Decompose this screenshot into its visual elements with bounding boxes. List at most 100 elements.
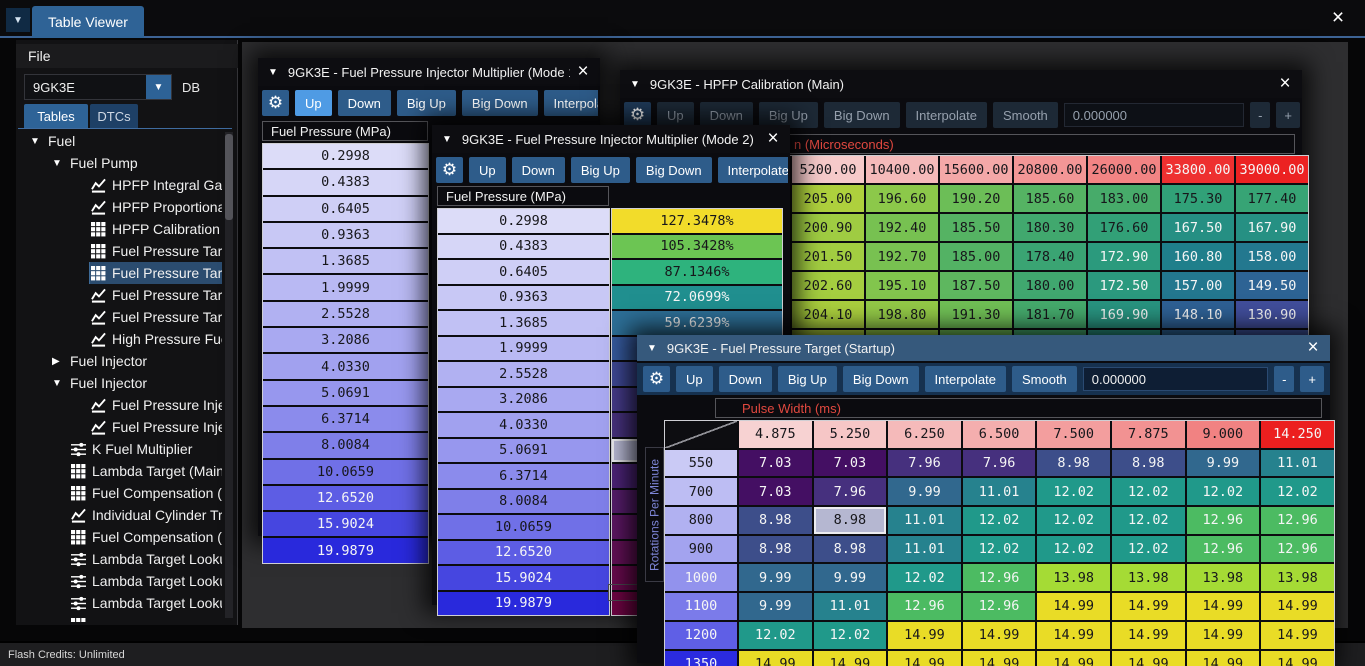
- toolbar-button-big-down[interactable]: Big Down: [636, 157, 712, 183]
- chevron-down-icon[interactable]: ▼: [146, 75, 171, 99]
- tree-item[interactable]: ▶Fuel Injector: [16, 350, 222, 372]
- table-cell[interactable]: 9.99: [1187, 450, 1260, 477]
- column-header-cell[interactable]: 7.500: [1037, 421, 1110, 448]
- table-cell[interactable]: 160.80: [1162, 243, 1234, 270]
- table-cell[interactable]: 12.02: [963, 536, 1036, 563]
- table-cell[interactable]: 8.98: [739, 536, 812, 563]
- table-cell[interactable]: 14.99: [739, 651, 812, 666]
- value-input[interactable]: 0.000000: [1083, 367, 1268, 391]
- tree-item[interactable]: ▼Fuel Pump: [16, 152, 222, 174]
- toolbar-button-up[interactable]: Up: [295, 90, 332, 116]
- table-cell[interactable]: 185.00: [940, 243, 1012, 270]
- table-cell[interactable]: 12.02: [1037, 478, 1110, 505]
- table-cell[interactable]: 185.50: [940, 214, 1012, 241]
- table-cell[interactable]: 2.5528: [438, 362, 609, 386]
- tab-tables[interactable]: Tables: [24, 104, 88, 128]
- table-cell[interactable]: 181.70: [1014, 301, 1086, 328]
- table-cell[interactable]: 172.90: [1088, 243, 1160, 270]
- table-cell[interactable]: 14.99: [1261, 622, 1334, 649]
- table-cell[interactable]: 1.9999: [263, 275, 428, 299]
- table-cell[interactable]: 15.9024: [263, 512, 428, 536]
- chevron-down-icon[interactable]: ▼: [52, 378, 64, 389]
- column-header-cell[interactable]: 6.250: [888, 421, 961, 448]
- tree-scrollbar-thumb[interactable]: [225, 134, 233, 220]
- table-cell[interactable]: 1.3685: [438, 311, 609, 335]
- table-cell[interactable]: 14.99: [963, 651, 1036, 666]
- table-cell[interactable]: 175.30: [1162, 185, 1234, 212]
- column-header-cell[interactable]: 10400.00: [866, 156, 938, 183]
- table-cell[interactable]: 6.3714: [263, 407, 428, 431]
- tree-scrollbar[interactable]: [225, 132, 233, 618]
- menu-file[interactable]: File: [16, 44, 238, 68]
- table-cell[interactable]: 177.40: [1236, 185, 1308, 212]
- column-header-cell[interactable]: 39000.00: [1236, 156, 1308, 183]
- gear-icon[interactable]: ⚙: [262, 90, 289, 116]
- column-header-cell[interactable]: 5.250: [814, 421, 887, 448]
- table-cell[interactable]: 8.0084: [263, 433, 428, 457]
- table-cell[interactable]: 3.2086: [438, 388, 609, 412]
- column-header-cell[interactable]: 4.875: [739, 421, 812, 448]
- table-cell[interactable]: 14.99: [1037, 622, 1110, 649]
- decrement-button[interactable]: -: [1274, 366, 1294, 392]
- chevron-right-icon[interactable]: ▶: [52, 356, 64, 367]
- table-cell[interactable]: 7.96: [888, 450, 961, 477]
- toolbar-button-interpolate[interactable]: Interpolate: [544, 90, 598, 116]
- tree-item[interactable]: Fuel Compensation (N: [16, 526, 222, 548]
- table-cell[interactable]: 8.98: [739, 507, 812, 534]
- table-cell[interactable]: 14.99: [1187, 622, 1260, 649]
- tree-item[interactable]: HPFP Proportiona: [16, 196, 222, 218]
- decrement-button[interactable]: -: [1250, 102, 1270, 128]
- table-cell[interactable]: 176.60: [1088, 214, 1160, 241]
- tree-item[interactable]: Fuel Pressure Targ: [16, 262, 222, 284]
- table-cell[interactable]: 59.6239%: [612, 311, 782, 335]
- tree-item[interactable]: Fuel Pressure Targ: [16, 284, 222, 306]
- table-cell[interactable]: 14.99: [888, 651, 961, 666]
- table-cell[interactable]: 11.01: [963, 478, 1036, 505]
- table-cell[interactable]: 12.02: [739, 622, 812, 649]
- toolbar-button-down[interactable]: Down: [719, 366, 772, 392]
- toolbar-button-up[interactable]: Up: [469, 157, 506, 183]
- table-cell[interactable]: 12.96: [963, 564, 1036, 591]
- table-cell[interactable]: 0.6405: [438, 260, 609, 284]
- value-input[interactable]: 0.000000: [1064, 103, 1244, 127]
- table-cell[interactable]: 169.90: [1088, 301, 1160, 328]
- toolbar-button-big-down[interactable]: Big Down: [462, 90, 538, 116]
- table-cell[interactable]: 183.00: [1088, 185, 1160, 212]
- table-cell[interactable]: 8.98: [814, 507, 887, 534]
- column-header-cell[interactable]: 14.250: [1261, 421, 1334, 448]
- table-cell[interactable]: 8.98: [1112, 450, 1185, 477]
- table-cell[interactable]: 12.96: [1187, 536, 1260, 563]
- table-cell[interactable]: 0.9363: [263, 223, 428, 247]
- table-cell[interactable]: 14.99: [1187, 651, 1260, 666]
- tree-item[interactable]: Fuel Pressure Targ: [16, 306, 222, 328]
- tree-item[interactable]: Fuel Pressure Inje: [16, 416, 222, 438]
- table-cell[interactable]: 6.3714: [438, 464, 609, 488]
- toolbar-button-big-up[interactable]: Big Up: [778, 366, 837, 392]
- table-cell[interactable]: 12.96: [1261, 507, 1334, 534]
- table-cell[interactable]: 148.10: [1162, 301, 1234, 328]
- table-cell[interactable]: 14.99: [814, 651, 887, 666]
- toolbar-button-up[interactable]: Up: [676, 366, 713, 392]
- tree-item[interactable]: ▼Fuel Injector: [16, 372, 222, 394]
- chevron-down-icon[interactable]: ▼: [30, 136, 42, 147]
- window-title-bar[interactable]: ▼ 9GK3E - HPFP Calibration (Main) ×: [620, 70, 1302, 98]
- toolbar-button-down[interactable]: Down: [338, 90, 391, 116]
- toolbar-button-big-up[interactable]: Big Up: [571, 157, 630, 183]
- gear-icon[interactable]: ⚙: [436, 157, 463, 183]
- tree-item[interactable]: Lambda Target Looku: [16, 570, 222, 592]
- row-header-cell[interactable]: 800: [665, 507, 737, 534]
- table-cell[interactable]: 12.02: [814, 622, 887, 649]
- table-cell[interactable]: 191.30: [940, 301, 1012, 328]
- tree-item[interactable]: K Fuel Multiplier: [16, 438, 222, 460]
- row-header-cell[interactable]: 900: [665, 536, 737, 563]
- table-cell[interactable]: 9.99: [814, 564, 887, 591]
- tree-item[interactable]: ▼Fuel: [16, 130, 222, 152]
- column-header-cell[interactable]: 6.500: [963, 421, 1036, 448]
- table-cell[interactable]: 11.01: [888, 536, 961, 563]
- table-cell[interactable]: 204.10: [792, 301, 864, 328]
- table-cell[interactable]: 12.96: [1187, 507, 1260, 534]
- table-cell[interactable]: 127.3478%: [612, 209, 782, 233]
- table-cell[interactable]: 15.9024: [438, 566, 609, 590]
- table-cell[interactable]: 5.0691: [438, 439, 609, 463]
- table-cell[interactable]: 190.20: [940, 185, 1012, 212]
